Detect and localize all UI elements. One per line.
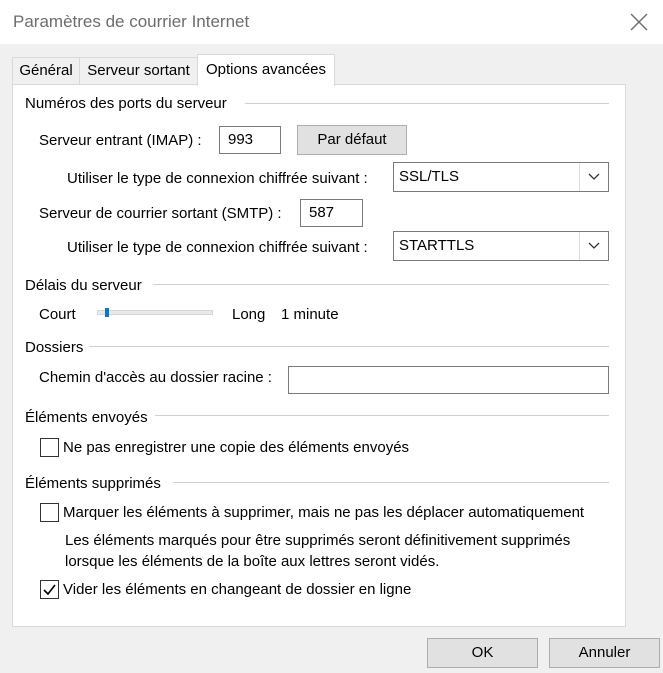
timeout-slider-thumb[interactable] xyxy=(105,308,109,317)
close-button[interactable] xyxy=(625,8,653,36)
deleted-description-line1: Les éléments marqués pour être supprimés… xyxy=(65,532,571,549)
outgoing-port-value: 587 xyxy=(309,204,335,221)
chevron-down-icon xyxy=(588,242,600,249)
timeouts-group-title: Délais du serveur xyxy=(25,277,142,294)
timeout-slider[interactable] xyxy=(97,310,213,315)
sent-items-group-title: Éléments envoyés xyxy=(25,409,148,426)
incoming-port-value: 993 xyxy=(228,131,254,148)
incoming-encryption-select[interactable]: SSL/TLS xyxy=(393,162,609,192)
ports-group-divider xyxy=(245,103,609,104)
ports-group-title: Numéros des ports du serveur xyxy=(25,95,227,112)
outgoing-encryption-value: STARTTLS xyxy=(399,237,475,254)
cancel-button[interactable]: Annuler xyxy=(549,638,660,668)
ok-button-label: OK xyxy=(471,644,494,661)
tab-advanced-options-label: Options avancées xyxy=(205,61,327,78)
incoming-port-label: Serveur entrant (IMAP) : xyxy=(39,132,202,149)
window-title: Paramètres de courrier Internet xyxy=(13,12,250,31)
incoming-encryption-label: Utiliser le type de connexion chiffrée s… xyxy=(67,170,368,187)
timeout-value: 1 minute xyxy=(281,306,339,323)
close-icon xyxy=(630,13,648,31)
tab-general-label: Général xyxy=(19,62,73,79)
no-copy-sent-label: Ne pas enregistrer une copie des élément… xyxy=(63,439,410,456)
no-copy-sent-checkbox[interactable] xyxy=(40,438,59,457)
mark-deleted-label: Marquer les éléments à supprimer, mais n… xyxy=(63,504,585,521)
sent-items-group-divider xyxy=(155,415,609,416)
incoming-port-input[interactable]: 993 xyxy=(219,126,281,154)
folders-group-divider xyxy=(89,346,609,347)
tab-outgoing-server-label: Serveur sortant xyxy=(87,62,190,79)
outgoing-port-input[interactable]: 587 xyxy=(300,199,363,227)
outgoing-encryption-label: Utiliser le type de connexion chiffrée s… xyxy=(67,239,368,256)
root-folder-input[interactable] xyxy=(288,366,609,394)
cancel-button-label: Annuler xyxy=(578,644,631,661)
tab-advanced-options[interactable]: Options avancées xyxy=(197,54,335,86)
incoming-encryption-value: SSL/TLS xyxy=(399,168,460,185)
checkmark-icon xyxy=(43,584,56,596)
deleted-items-group-divider xyxy=(173,482,609,483)
tab-general[interactable]: Général xyxy=(12,57,80,84)
outgoing-port-label: Serveur de courrier sortant (SMTP) : xyxy=(39,205,282,222)
deleted-items-group-title: Éléments supprimés xyxy=(25,475,161,492)
deleted-description-line2: lorsque les éléments de la boîte aux let… xyxy=(65,553,440,570)
chevron-down-icon xyxy=(588,173,600,180)
tab-outgoing-server[interactable]: Serveur sortant xyxy=(79,57,198,84)
incoming-encryption-dropdown[interactable] xyxy=(579,163,608,191)
title-bar: Paramètres de courrier Internet xyxy=(0,0,663,44)
root-folder-label: Chemin d'accès au dossier racine : xyxy=(39,369,272,386)
default-button[interactable]: Par défaut xyxy=(297,125,407,155)
outgoing-encryption-select[interactable]: STARTTLS xyxy=(393,231,609,261)
default-button-label: Par défaut xyxy=(317,131,387,148)
mark-deleted-checkbox[interactable] xyxy=(40,503,59,522)
advanced-options-panel: Numéros des ports du serveur Serveur ent… xyxy=(12,84,626,627)
timeouts-group-divider xyxy=(153,284,609,285)
outgoing-encryption-dropdown[interactable] xyxy=(579,232,608,260)
purge-items-checkbox[interactable] xyxy=(40,580,59,599)
ok-button[interactable]: OK xyxy=(427,638,538,668)
folders-group-title: Dossiers xyxy=(25,339,84,356)
purge-items-label: Vider les éléments en changeant de dossi… xyxy=(63,581,412,598)
timeout-long-label: Long xyxy=(232,306,266,323)
timeout-short-label: Court xyxy=(39,306,76,323)
